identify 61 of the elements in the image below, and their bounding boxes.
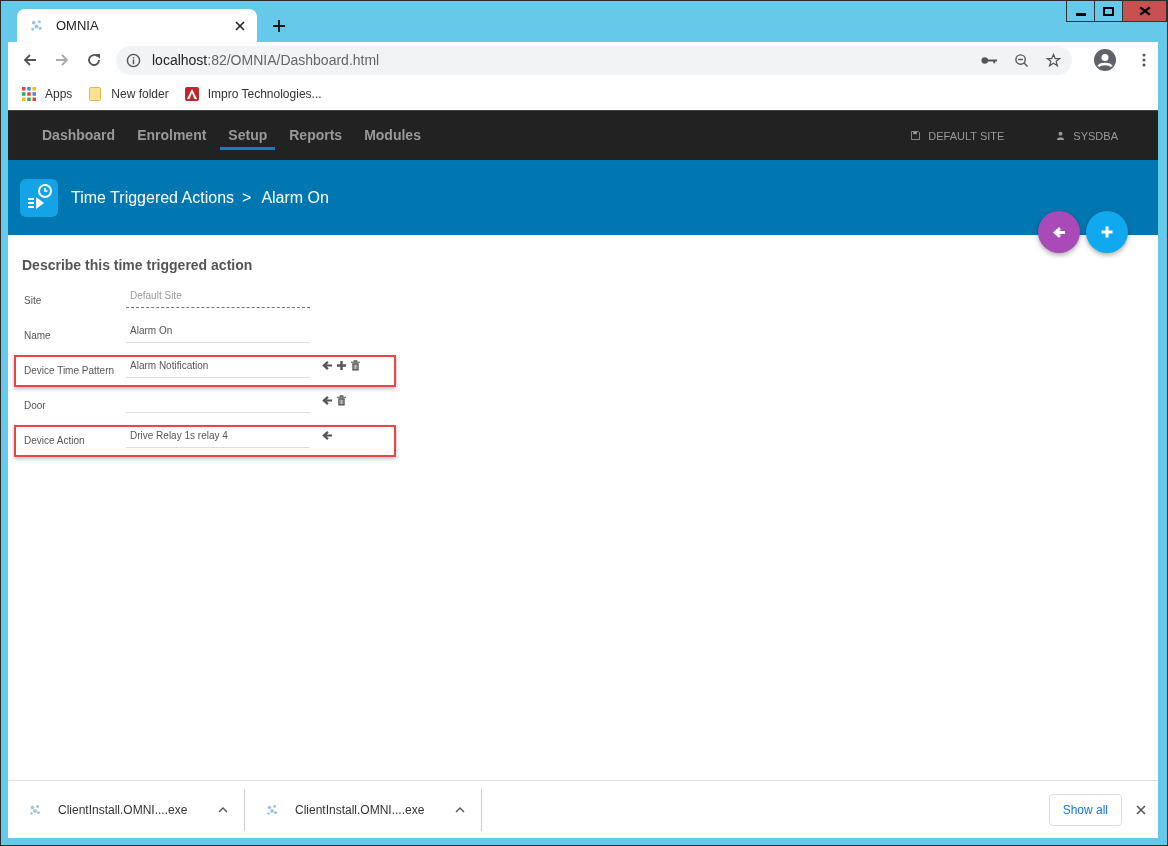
caret-icon: [218, 806, 228, 813]
close-icon[interactable]: [235, 20, 245, 31]
nav-link[interactable]: DEFAULT SITE: [911, 129, 1005, 142]
site-logo-icon: [184, 87, 199, 101]
nav-link[interactable]: SYSDBA: [1056, 129, 1118, 142]
field-label: Device Action: [24, 434, 86, 446]
back-arrow-icon[interactable]: [322, 430, 333, 441]
download-item[interactable]: ClientInstall.OMNI....exe: [245, 802, 481, 817]
breadcrumb-separator: >: [242, 188, 252, 207]
file-icon: [265, 802, 279, 817]
show-all-button[interactable]: Show all: [1048, 793, 1122, 826]
star-icon[interactable]: [1045, 52, 1062, 68]
back-button[interactable]: [1038, 211, 1080, 253]
close-button[interactable]: [1122, 1, 1166, 21]
nav-tab[interactable]: Modules: [356, 121, 429, 150]
nav-tab[interactable]: Enrolment: [129, 121, 215, 150]
nav-tab[interactable]: Dashboard: [34, 121, 124, 150]
profile-icon[interactable]: [1094, 49, 1116, 71]
file-icon: [28, 802, 42, 817]
back-arrow-icon[interactable]: [322, 360, 333, 371]
nav-tab[interactable]: Reports: [281, 121, 351, 150]
menu-icon[interactable]: [1142, 53, 1146, 67]
timed-action-icon: [20, 178, 58, 217]
input-field[interactable]: Alarm Notification: [126, 360, 310, 378]
field-label: Door: [24, 399, 47, 411]
address-bar[interactable]: localhost:82/OMNIA/Dashboard.html: [116, 45, 1072, 75]
bookmark-item[interactable]: New folder: [88, 87, 169, 101]
caret-icon: [455, 806, 465, 813]
back-arrow-icon[interactable]: [22, 52, 38, 68]
trash-icon[interactable]: [350, 360, 361, 371]
back-arrow-icon[interactable]: [322, 395, 333, 406]
close-icon[interactable]: [1136, 804, 1146, 815]
tab-title: OMNIA: [56, 18, 100, 33]
input-field[interactable]: Drive Relay 1s relay 4: [126, 430, 310, 448]
folder-icon: [88, 87, 103, 101]
input-field[interactable]: Alarm On: [126, 325, 310, 343]
new-tab-icon[interactable]: [273, 20, 285, 32]
add-button[interactable]: [1086, 211, 1128, 253]
apps-grid-icon: [22, 87, 36, 101]
field-label: Device Time Pattern: [24, 364, 116, 376]
url-text: localhost:82/OMNIA/Dashboard.html: [152, 52, 380, 68]
zoom-out-icon[interactable]: [1013, 52, 1030, 68]
back-arrow-icon: [1052, 225, 1066, 239]
bookmark-item[interactable]: Impro Technologies...: [184, 87, 322, 101]
page-title: Alarm On: [261, 188, 329, 207]
plus-icon[interactable]: [336, 360, 347, 371]
download-item[interactable]: ClientInstall.OMNI....exe: [8, 802, 244, 817]
field-label: Site: [24, 294, 43, 306]
bookmark-item[interactable]: Apps: [22, 87, 73, 101]
close-icon: [1138, 6, 1151, 16]
user-icon: [1056, 131, 1066, 140]
form-title: Describe this time triggered action: [22, 257, 254, 273]
nav-tab[interactable]: Setup: [220, 121, 276, 150]
omnia-logo-icon: [29, 18, 44, 33]
reload-icon[interactable]: [86, 52, 102, 68]
trash-icon[interactable]: [336, 395, 347, 406]
browser-tab[interactable]: OMNIA: [17, 9, 257, 42]
info-icon: [126, 52, 141, 68]
breadcrumb-link[interactable]: Time Triggered Actions: [71, 188, 235, 207]
field-label: Name: [24, 329, 52, 341]
plus-icon: [1101, 226, 1113, 238]
